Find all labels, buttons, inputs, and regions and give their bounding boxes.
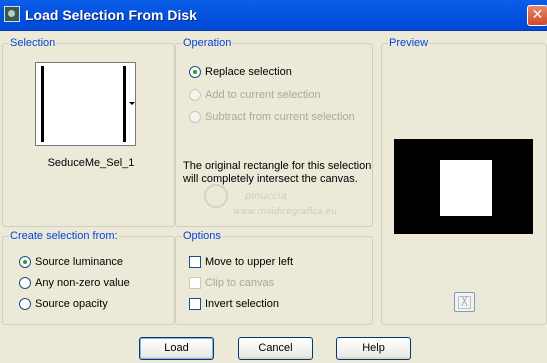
help-button[interactable]: Help <box>336 337 411 360</box>
selection-legend: Selection <box>10 37 56 49</box>
checkbox-label: Invert selection <box>205 298 279 310</box>
checkbox-box[interactable] <box>189 256 201 268</box>
radio-button[interactable] <box>19 298 31 310</box>
radio-label: Any non-zero value <box>35 277 130 289</box>
checkbox-box[interactable] <box>189 298 201 310</box>
chevron-down-icon <box>129 102 135 105</box>
radio-button[interactable] <box>19 277 31 289</box>
zoom-toggle-icon: ╳ <box>458 296 471 309</box>
radio-add-to-selection[interactable]: Add to current selection <box>189 89 321 101</box>
radio-button[interactable] <box>189 111 201 123</box>
radio-subtract-from-selection[interactable]: Subtract from current selection <box>189 111 355 123</box>
operation-legend: Operation <box>183 37 232 49</box>
create-from-legend: Create selection from: <box>10 230 118 242</box>
app-icon <box>4 6 20 22</box>
radio-any-non-zero[interactable]: Any non-zero value <box>19 277 130 289</box>
watermark-line2: www.maidiregrafica.eu <box>233 207 337 217</box>
checkbox-invert-selection[interactable]: Invert selection <box>189 298 279 310</box>
selection-file-dropdown[interactable] <box>35 62 136 146</box>
preview-legend: Preview <box>389 37 429 49</box>
radio-label: Replace selection <box>205 66 292 78</box>
radio-label: Source opacity <box>35 298 108 310</box>
close-button[interactable]: ✕ <box>527 5 547 26</box>
window-title: Load Selection From Disk <box>25 7 197 23</box>
selection-thumbnail <box>41 66 126 142</box>
radio-source-luminance[interactable]: Source luminance <box>19 256 123 268</box>
options-legend: Options <box>183 230 221 242</box>
radio-source-opacity[interactable]: Source opacity <box>19 298 108 310</box>
radio-label: Source luminance <box>35 256 124 268</box>
radio-button[interactable] <box>19 256 31 268</box>
watermark-line1: pinuccia <box>245 191 287 202</box>
checkbox-label: Move to upper left <box>205 256 294 268</box>
radio-button[interactable] <box>189 89 201 101</box>
watermark: pinuccia www.maidiregrafica.eu <box>190 178 370 222</box>
checkbox-box[interactable] <box>189 277 201 289</box>
radio-label: Subtract from current selection <box>205 111 355 123</box>
load-button[interactable]: Load <box>139 337 214 360</box>
cancel-button[interactable]: Cancel <box>238 337 313 360</box>
preview-selection-rect <box>440 160 492 216</box>
checkbox-label: Clip to canvas <box>205 277 275 289</box>
radio-replace-selection[interactable]: Replace selection <box>189 66 292 78</box>
radio-label: Add to current selection <box>205 89 321 101</box>
watermark-face-icon <box>204 184 228 208</box>
selection-file-name: SeduceMe_Sel_1 <box>47 157 135 169</box>
radio-button[interactable] <box>189 66 201 78</box>
preview-toggle-button[interactable]: ╳ <box>454 292 475 312</box>
checkbox-clip-to-canvas[interactable]: Clip to canvas <box>189 277 274 289</box>
checkbox-move-to-upper-left[interactable]: Move to upper left <box>189 256 293 268</box>
close-icon: ✕ <box>531 7 544 23</box>
title-bar: Load Selection From Disk ✕ <box>0 0 547 31</box>
